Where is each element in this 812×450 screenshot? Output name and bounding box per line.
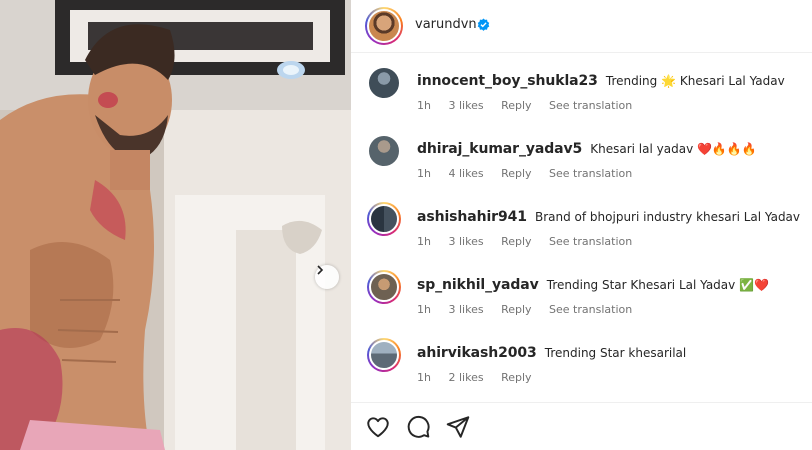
comment-time: 1h: [417, 167, 431, 180]
reply-button[interactable]: Reply: [501, 99, 531, 112]
comments-list[interactable]: innocent_boy_shukla23 Trending 🌟 Khesari…: [351, 54, 812, 402]
reply-button[interactable]: Reply: [501, 371, 531, 384]
post-sidebar: varundvn innocent_boy_shukla23 Trending …: [351, 0, 812, 450]
reply-button[interactable]: Reply: [501, 167, 531, 180]
actions-divider: [351, 402, 812, 403]
comment-time: 1h: [417, 303, 431, 316]
see-translation-button[interactable]: See translation: [549, 99, 632, 112]
commenter-avatar[interactable]: [367, 66, 401, 100]
heart-icon[interactable]: [365, 414, 391, 440]
see-translation-button[interactable]: See translation: [549, 303, 632, 316]
post-photo: [0, 0, 351, 450]
author-username[interactable]: varundvn: [415, 17, 477, 32]
commenter-username[interactable]: dhiraj_kumar_yadav5: [417, 141, 582, 157]
comment-text: Khesari lal yadav ❤️🔥🔥🔥: [590, 142, 757, 156]
commenter-avatar[interactable]: [367, 338, 401, 372]
commenter-username[interactable]: ashishahir941: [417, 209, 527, 225]
comment-text: Trending Star Khesari Lal Yadav ✅❤️: [546, 278, 769, 292]
comment-time: 1h: [417, 99, 431, 112]
post-header: varundvn: [351, 0, 812, 53]
commenter-username[interactable]: sp_nikhil_yadav: [417, 277, 539, 293]
comment-text: Trending Star khesarilal: [544, 346, 687, 360]
comment-likes[interactable]: 4 likes: [448, 167, 483, 180]
next-media-button[interactable]: [315, 265, 339, 289]
comment-icon[interactable]: [405, 414, 431, 440]
comment-text: Brand of bhojpuri industry khesari Lal Y…: [534, 210, 801, 224]
comment-likes[interactable]: 3 likes: [448, 99, 483, 112]
comment-item: ashishahir941 Brand of bhojpuri industry…: [351, 190, 812, 258]
comment-text: Trending 🌟 Khesari Lal Yadav: [605, 74, 785, 88]
post-media[interactable]: [0, 0, 351, 450]
comment-time: 1h: [417, 235, 431, 248]
comment-item: innocent_boy_shukla23 Trending 🌟 Khesari…: [351, 54, 812, 122]
chevron-right-icon: [317, 265, 324, 275]
comment-item: sp_nikhil_yadav Trending Star Khesari La…: [351, 258, 812, 326]
reply-button[interactable]: Reply: [501, 235, 531, 248]
comment-likes[interactable]: 3 likes: [448, 235, 483, 248]
commenter-username[interactable]: ahirvikash2003: [417, 345, 537, 361]
commenter-avatar[interactable]: [367, 270, 401, 304]
comment-item: dhiraj_kumar_yadav5 Khesari lal yadav ❤️…: [351, 122, 812, 190]
share-icon[interactable]: [445, 414, 471, 440]
see-translation-button[interactable]: See translation: [549, 167, 632, 180]
verified-badge-icon: [477, 18, 490, 31]
comment-likes[interactable]: 3 likes: [448, 303, 483, 316]
see-translation-button[interactable]: See translation: [549, 235, 632, 248]
comment-item: ahirvikash2003 Trending Star khesarilal …: [351, 326, 812, 394]
commenter-avatar[interactable]: [367, 202, 401, 236]
commenter-avatar[interactable]: [367, 134, 401, 168]
comment-likes[interactable]: 2 likes: [448, 371, 483, 384]
reply-button[interactable]: Reply: [501, 303, 531, 316]
post-actions: [365, 414, 471, 442]
author-avatar[interactable]: [365, 7, 403, 45]
commenter-username[interactable]: innocent_boy_shukla23: [417, 73, 598, 89]
comment-time: 1h: [417, 371, 431, 384]
